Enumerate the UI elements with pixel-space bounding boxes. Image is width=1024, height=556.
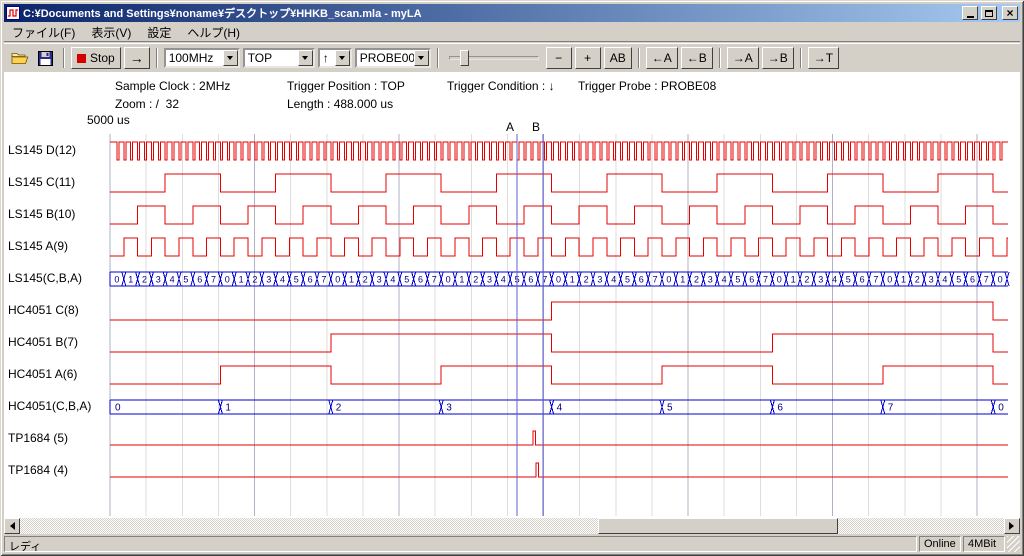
menu-bar: ファイル(F)表示(V)設定ヘルプ(H) — [4, 23, 1020, 42]
stop-button[interactable]: Stop — [71, 47, 121, 69]
jump-a-left-button[interactable]: ←A — [646, 47, 678, 69]
scroll-right-button[interactable] — [1004, 518, 1020, 534]
toolbar: Stop → 100MHz TOP ↑ PROBE00 − + AB ←A ←B — [4, 43, 1020, 72]
zoom-slider[interactable] — [449, 48, 539, 68]
trigger-position-value: TOP — [245, 50, 298, 66]
minimize-button[interactable] — [962, 6, 978, 20]
toolbar-separator — [437, 48, 439, 68]
toolbar-separator — [800, 48, 802, 68]
channel-label[interactable]: LS145 A(9) — [8, 239, 68, 253]
trigger-edge-value: ↑ — [320, 50, 335, 66]
trigger-position-text: Trigger Position : TOP — [287, 79, 405, 93]
close-button[interactable]: × — [1002, 6, 1018, 20]
app-window: C:¥Documents and Settings¥noname¥デスクトップ¥… — [0, 0, 1024, 556]
toolbar-separator — [156, 48, 158, 68]
channel-label[interactable]: HC4051(C,B,A) — [8, 399, 91, 413]
scroll-thumb[interactable] — [598, 518, 838, 534]
floppy-disk-icon — [38, 51, 53, 66]
clock-rate-select[interactable]: 100MHz — [164, 48, 240, 68]
scroll-left-button[interactable] — [4, 518, 20, 534]
window-title: C:¥Documents and Settings¥noname¥デスクトップ¥… — [23, 5, 959, 21]
trigger-edge-select[interactable]: ↑ — [318, 48, 352, 68]
open-folder-icon — [11, 51, 29, 65]
resize-grip[interactable] — [1007, 536, 1020, 552]
toolbar-separator — [63, 48, 65, 68]
zoom-out-button[interactable]: − — [546, 47, 572, 69]
menu-item-2[interactable]: 設定 — [139, 22, 179, 43]
toolbar-separator — [638, 48, 640, 68]
status-ready-text: レディ — [4, 536, 917, 552]
status-online-badge: Online — [919, 536, 961, 552]
titlebar[interactable]: C:¥Documents and Settings¥noname¥デスクトップ¥… — [4, 4, 1020, 22]
chevron-down-icon[interactable] — [223, 50, 238, 66]
ab-range-button[interactable]: AB — [604, 47, 632, 69]
jump-b-right-button[interactable]: →B — [762, 47, 794, 69]
sample-clock-text: Sample Clock : 2MHz — [115, 79, 230, 93]
minimize-icon — [967, 16, 974, 18]
jump-b-left-button[interactable]: ←B — [681, 47, 713, 69]
chevron-down-icon[interactable] — [335, 50, 350, 66]
open-file-button[interactable] — [8, 47, 31, 69]
jump-a-right-button[interactable]: →A — [727, 47, 759, 69]
run-button[interactable]: → — [124, 47, 150, 69]
channel-label[interactable]: TP1684 (4) — [8, 463, 68, 477]
channel-label[interactable]: HC4051 A(6) — [8, 367, 77, 381]
trigger-probe-value: PROBE00 — [357, 50, 414, 66]
trigger-condition-text: Trigger Condition : ↓ — [447, 79, 555, 93]
menu-item-1[interactable]: 表示(V) — [83, 22, 139, 43]
length-text: Length : 488.000 us — [287, 97, 393, 111]
status-bar: レディ Online 4MBit — [4, 536, 1020, 552]
triangle-left-icon — [6, 522, 15, 530]
toolbar-separator — [719, 48, 721, 68]
save-button[interactable] — [34, 47, 57, 69]
menu-item-0[interactable]: ファイル(F) — [4, 22, 83, 43]
jump-trigger-button[interactable]: →T — [808, 47, 839, 69]
chevron-down-icon[interactable] — [298, 50, 313, 66]
trigger-probe-text: Trigger Probe : PROBE08 — [578, 79, 716, 93]
channel-label[interactable]: HC4051 B(7) — [8, 335, 78, 349]
channel-label[interactable]: LS145 D(12) — [8, 143, 76, 157]
channel-label[interactable]: LS145 C(11) — [8, 175, 75, 189]
scroll-track[interactable] — [20, 518, 1004, 534]
clock-rate-value: 100MHz — [166, 50, 223, 66]
channel-label[interactable]: HC4051 C(8) — [8, 303, 79, 317]
trigger-position-select[interactable]: TOP — [243, 48, 315, 68]
zoom-text: Zoom : / 32 — [115, 97, 179, 111]
status-memory-badge: 4MBit — [963, 536, 1005, 552]
maximize-icon — [985, 10, 993, 17]
stop-icon — [77, 54, 86, 63]
zoom-in-button[interactable]: + — [575, 47, 601, 69]
time-scale-text: 5000 us — [87, 113, 130, 127]
channel-label[interactable]: LS145(C,B,A) — [8, 271, 82, 285]
waveform-client-area — [4, 72, 1020, 518]
horizontal-scrollbar[interactable] — [4, 518, 1020, 534]
triangle-right-icon — [1009, 522, 1018, 530]
channel-label[interactable]: LS145 B(10) — [8, 207, 75, 221]
app-icon — [6, 6, 20, 20]
zoom-slider-thumb[interactable] — [460, 50, 469, 66]
menu-item-3[interactable]: ヘルプ(H) — [179, 22, 248, 43]
close-icon: × — [1006, 8, 1013, 18]
stop-label: Stop — [90, 51, 115, 65]
channel-label[interactable]: TP1684 (5) — [8, 431, 68, 445]
trigger-probe-select[interactable]: PROBE00 — [355, 48, 431, 68]
chevron-down-icon[interactable] — [414, 50, 429, 66]
maximize-button[interactable] — [981, 6, 997, 20]
